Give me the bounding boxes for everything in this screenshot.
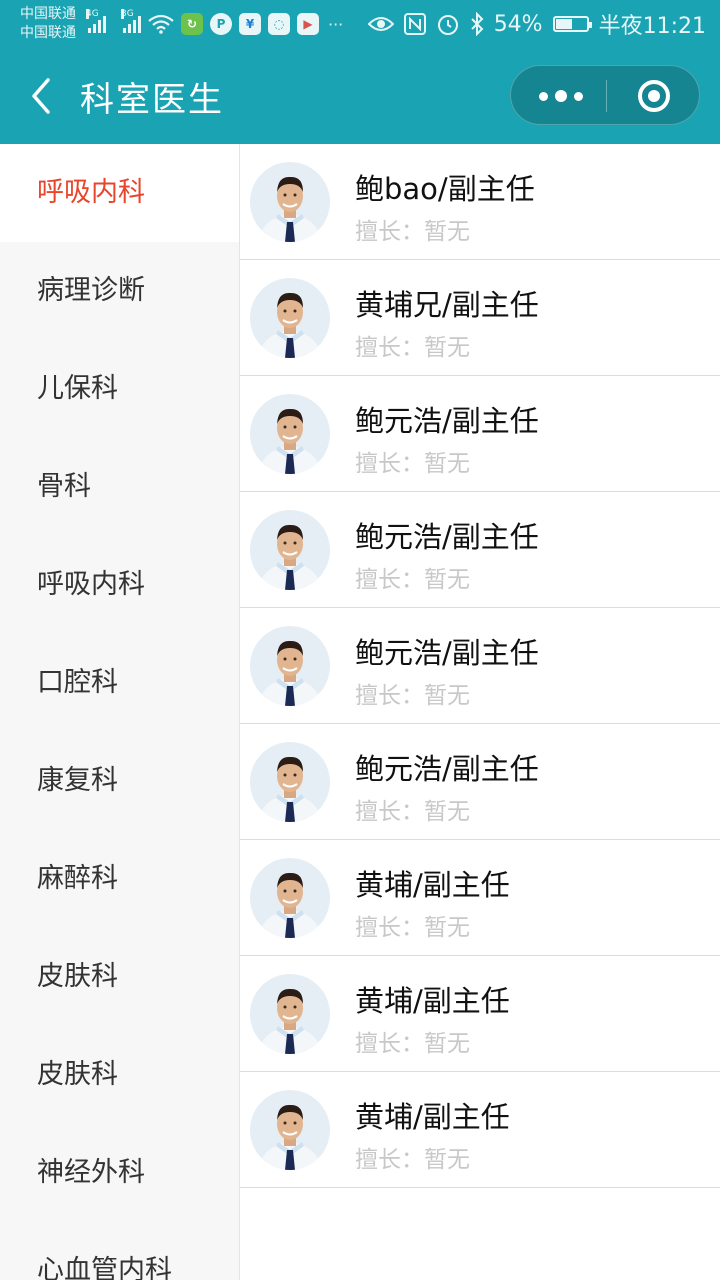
more-notifications-icon: ··· [328,14,344,34]
doctor-specialty: 擅长：暂无 [355,219,470,245]
status-icons-left: 4G 3G ↻ P ¥ ◌ ▶ ··· [86,9,344,38]
status-icons-right: 54% 半夜11:21 [367,8,706,40]
doctor-specialty: 擅长：暂无 [355,1031,470,1057]
doctor-name: 鲍bao/副主任 [355,172,535,206]
sidebar-item-department[interactable]: 皮肤科 [0,1026,239,1124]
back-arrow-icon[interactable] [24,74,64,118]
doctor-avatar [250,626,330,706]
app-notification-icon: ↻ [181,13,203,35]
doctor-specialty: 擅长：暂无 [355,1147,470,1173]
sidebar-item-department[interactable]: 神经外科 [0,1124,239,1222]
sidebar-item-department[interactable]: 麻醉科 [0,830,239,928]
doctor-list-item[interactable]: 黄埔/副主任 擅长：暂无 [240,956,720,1072]
doctor-list-item[interactable]: 鲍bao/副主任 擅长：暂无 [240,144,720,260]
wifi-icon [148,14,174,34]
doctor-list-item[interactable]: 鲍元浩/副主任 擅长：暂无 [240,376,720,492]
parking-app-icon: P [210,13,232,35]
doctor-avatar [250,162,330,242]
doctor-avatar [250,278,330,358]
doctor-list-item[interactable]: 黄埔/副主任 擅长：暂无 [240,840,720,956]
sidebar-item-department[interactable]: 呼吸内科 [0,536,239,634]
doctor-name: 黄埔/副主任 [355,868,510,902]
eye-icon [367,17,394,31]
doctor-list: 鲍bao/副主任 擅长：暂无 黄埔兄/副主任 擅长：暂无 鲍元浩/副主任 擅长：… [240,144,720,1280]
doctor-list-item[interactable]: 鲍元浩/副主任 擅长：暂无 [240,724,720,840]
more-dots-icon[interactable] [539,85,583,107]
carrier-1: 中国联通 [20,6,76,22]
doctor-specialty: 擅长：暂无 [355,683,470,709]
doctor-specialty: 擅长：暂无 [355,335,470,361]
doctor-name: 黄埔/副主任 [355,984,510,1018]
battery-icon [552,16,592,32]
sidebar-item-department[interactable]: 口腔科 [0,634,239,732]
clock: 半夜11:21 [598,14,706,39]
capsule-divider [606,80,607,112]
doctor-avatar [250,510,330,590]
doctor-specialty: 擅长：暂无 [355,567,470,593]
bluetooth-icon [470,12,484,36]
doctor-specialty: 擅长：暂无 [355,451,470,477]
close-target-icon[interactable] [638,80,670,112]
carrier-2: 中国联通 [20,25,76,41]
signal-4g-icon: 4G [86,9,106,33]
doctor-list-item[interactable]: 黄埔兄/副主任 擅长：暂无 [240,260,720,376]
doctor-avatar [250,742,330,822]
mini-program-capsule [510,65,700,125]
doctor-avatar [250,1090,330,1170]
nfc-icon [403,13,426,35]
doctor-avatar [250,394,330,474]
sidebar-item-department[interactable]: 康复科 [0,732,239,830]
sidebar-item-department[interactable]: 骨科 [0,438,239,536]
doctor-list-item[interactable]: 黄埔/副主任 擅长：暂无 [240,1072,720,1188]
status-bar: 中国联通 中国联通 4G 3G ↻ P ¥ ◌ ▶ ··· 54% 半夜11:2… [0,0,720,48]
sidebar-item-department[interactable]: 心血管内科 [0,1222,239,1280]
doctor-name: 鲍元浩/副主任 [355,752,539,786]
doctor-name: 黄埔兄/副主任 [355,288,539,322]
alarm-icon [437,15,458,35]
sidebar-item-department[interactable]: 皮肤科 [0,928,239,1026]
doctor-specialty: 擅长：暂无 [355,799,470,825]
page-title: 科室医生 [80,80,224,120]
alipay-icon: ¥ [239,13,261,35]
sidebar-item-department[interactable]: 呼吸内科 [0,144,239,242]
signal-tag-4g: 4G [86,9,99,19]
doctor-list-item[interactable]: 鲍元浩/副主任 擅长：暂无 [240,492,720,608]
sidebar-item-department[interactable]: 病理诊断 [0,242,239,340]
signal-3g-icon: 3G [121,9,141,33]
battery-level-fill [555,19,572,29]
doctor-list-item[interactable]: 鲍元浩/副主任 擅长：暂无 [240,608,720,724]
sidebar-item-department[interactable]: 儿保科 [0,340,239,438]
doctor-name: 黄埔/副主任 [355,1100,510,1134]
doctor-name: 鲍元浩/副主任 [355,404,539,438]
doctor-name: 鲍元浩/副主任 [355,520,539,554]
nav-bar: 科室医生 [0,48,720,144]
video-app-icon: ▶ [297,13,319,35]
signal-tag-3g: 3G [121,9,134,19]
battery-percent: 54% [493,11,543,37]
department-sidebar: 呼吸内科 病理诊断 儿保科 骨科 呼吸内科 口腔科 康复科 麻醉科 皮肤科 皮肤… [0,144,240,1280]
doctor-avatar [250,974,330,1054]
doctor-avatar [250,858,330,938]
doctor-specialty: 擅长：暂无 [355,915,470,941]
doctor-name: 鲍元浩/副主任 [355,636,539,670]
chat-app-icon: ◌ [268,13,290,35]
carrier-labels: 中国联通 中国联通 [20,5,76,43]
